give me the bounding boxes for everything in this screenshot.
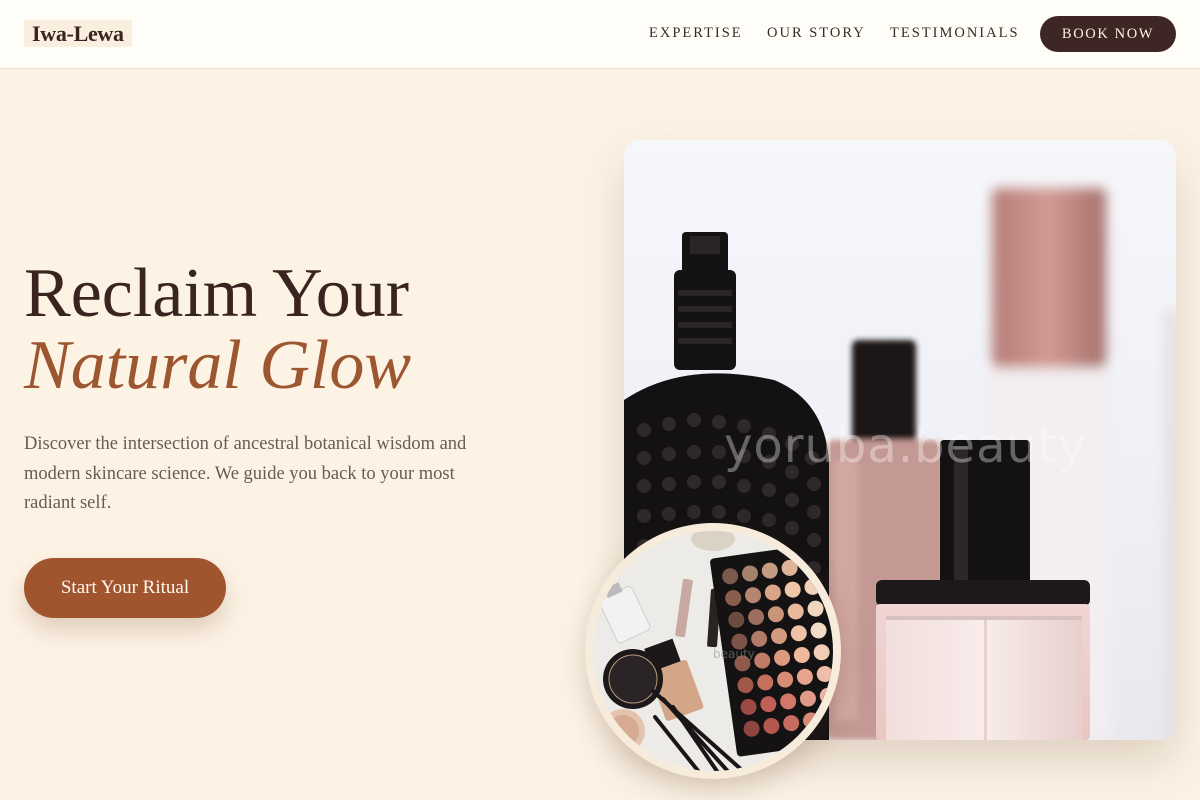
book-now-button[interactable]: BOOK NOW xyxy=(1040,16,1176,52)
makeup-palette-image-frame: beauty xyxy=(585,523,841,779)
hero-title-line1: Reclaim Your xyxy=(24,255,409,332)
brand-logo[interactable]: Iwa-Lewa xyxy=(24,20,132,47)
start-ritual-button[interactable]: Start Your Ritual xyxy=(24,558,226,618)
hero-title-line2: Natural Glow xyxy=(24,327,412,404)
small-image-watermark: beauty xyxy=(713,647,755,661)
nav-link-testimonials[interactable]: TESTIMONIALS xyxy=(890,24,1020,42)
hero-description: Discover the intersection of ancestral b… xyxy=(24,434,467,513)
image-watermark: yoruba.beauty xyxy=(724,418,1088,474)
nav-link-our-story[interactable]: OUR STORY xyxy=(767,24,866,42)
nav-link-expertise[interactable]: EXPERTISE xyxy=(649,24,743,42)
hero-title: Reclaim Your Natural Glow xyxy=(24,258,584,402)
top-nav: Iwa-Lewa EXPERTISE OUR STORY TESTIMONIAL… xyxy=(0,0,1200,69)
makeup-palette-image: beauty xyxy=(593,531,833,771)
